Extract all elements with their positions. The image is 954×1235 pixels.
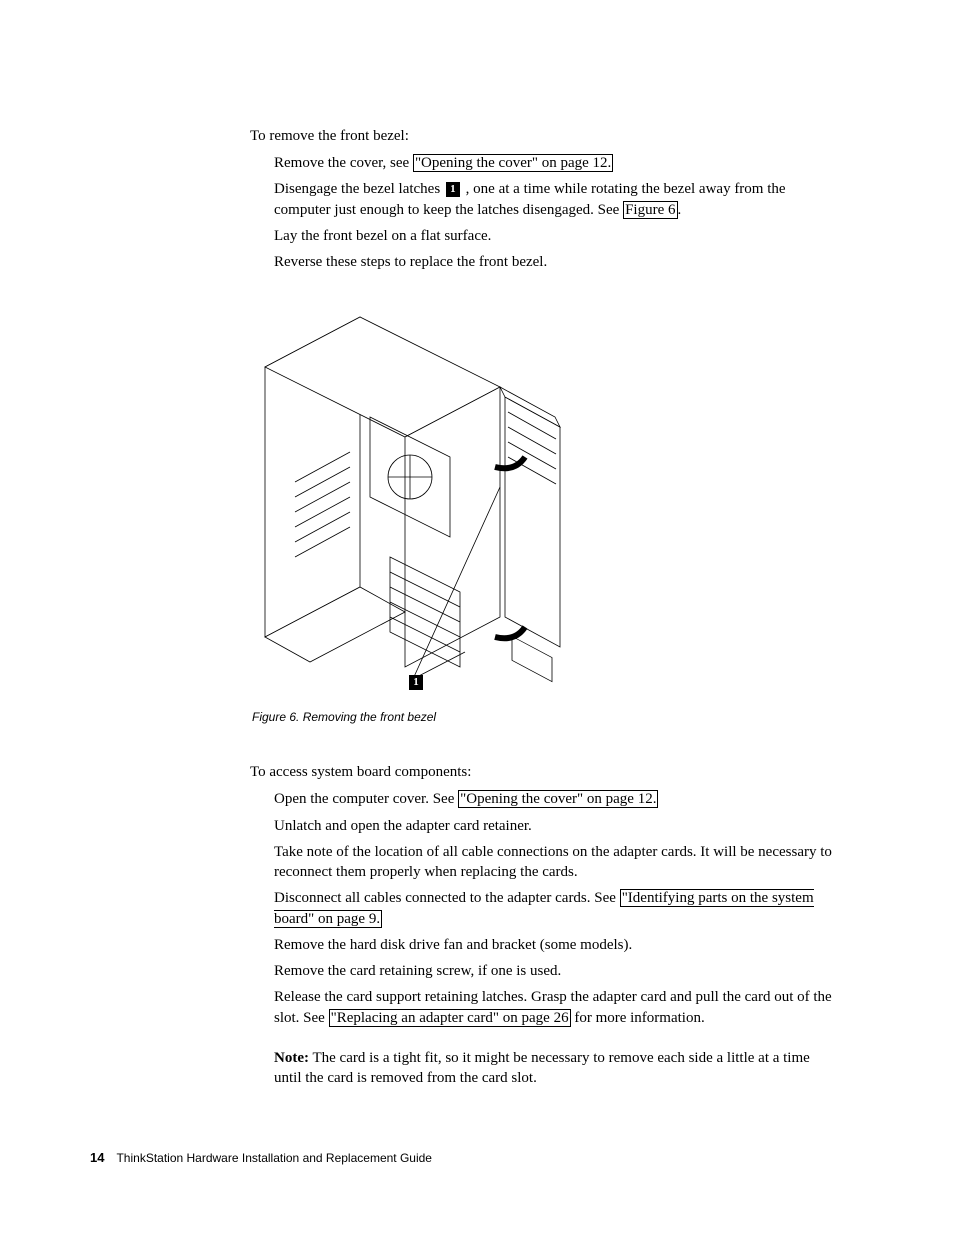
step-text: Unlatch and open the adapter card retain… [274, 818, 532, 834]
section2: To access system board components: Open … [250, 764, 840, 1088]
step-text: Reverse these steps to replace the front… [274, 254, 547, 270]
step-text: Remove the card retaining screw, if one … [274, 963, 561, 979]
section1-steps: Remove the cover, see "Opening the cover… [250, 153, 840, 272]
step-text: for more information. [571, 1010, 705, 1026]
step-item: Remove the cover, see "Opening the cover… [274, 153, 840, 173]
step-text: Take note of the location of all cable c… [274, 844, 832, 880]
note: Note: The card is a tight fit, so it mig… [250, 1048, 840, 1089]
step-item: Remove the card retaining screw, if one … [274, 961, 840, 981]
step-item: Lay the front bezel on a flat surface. [274, 226, 840, 246]
note-text: The card is a tight fit, so it might be … [274, 1050, 810, 1086]
link-figure-6[interactable]: Figure 6 [623, 201, 677, 219]
link-replacing-adapter[interactable]: "Replacing an adapter card" on page 26 [329, 1009, 571, 1027]
step-item: Reverse these steps to replace the front… [274, 252, 840, 272]
link-opening-cover-2[interactable]: "Opening the cover" on page 12. [458, 790, 658, 808]
page-content: To remove the front bezel: Remove the co… [250, 128, 840, 1088]
step-text: Lay the front bezel on a flat surface. [274, 228, 491, 244]
step-item: Release the card support retaining latch… [274, 987, 840, 1028]
step-item: Open the computer cover. See "Opening th… [274, 789, 840, 809]
section2-intro: To access system board components: [250, 764, 840, 781]
step-text: . [678, 202, 682, 218]
step-item: Unlatch and open the adapter card retain… [274, 816, 840, 836]
figure-callout-1-icon: 1 [409, 675, 423, 690]
page-footer: 14 ThinkStation Hardware Installation and… [90, 1150, 432, 1165]
link-opening-cover[interactable]: "Opening the cover" on page 12. [413, 154, 613, 172]
callout-1-icon: 1 [446, 182, 460, 197]
step-item: Remove the hard disk drive fan and brack… [274, 935, 840, 955]
section2-steps: Open the computer cover. See "Opening th… [250, 789, 840, 1028]
step-text: Disconnect all cables connected to the a… [274, 890, 620, 906]
step-item: Disconnect all cables connected to the a… [274, 888, 840, 929]
figure-image: 1 [250, 307, 570, 692]
computer-tower-illustration-icon [250, 307, 570, 692]
section1-intro: To remove the front bezel: [250, 128, 840, 145]
step-text: Disengage the bezel latches [274, 181, 444, 197]
note-label: Note: [274, 1050, 309, 1066]
step-text: Remove the hard disk drive fan and brack… [274, 937, 632, 953]
figure-caption: Figure 6. Removing the front bezel [252, 710, 840, 724]
step-text: Open the computer cover. See [274, 791, 458, 807]
figure-6: 1 Figure 6. Removing the front bezel [250, 307, 840, 724]
step-text: Remove the cover, see [274, 155, 413, 171]
footer-title: ThinkStation Hardware Installation and R… [116, 1151, 432, 1165]
step-item: Disengage the bezel latches 1 , one at a… [274, 179, 840, 220]
step-item: Take note of the location of all cable c… [274, 842, 840, 883]
page-number: 14 [90, 1150, 104, 1165]
